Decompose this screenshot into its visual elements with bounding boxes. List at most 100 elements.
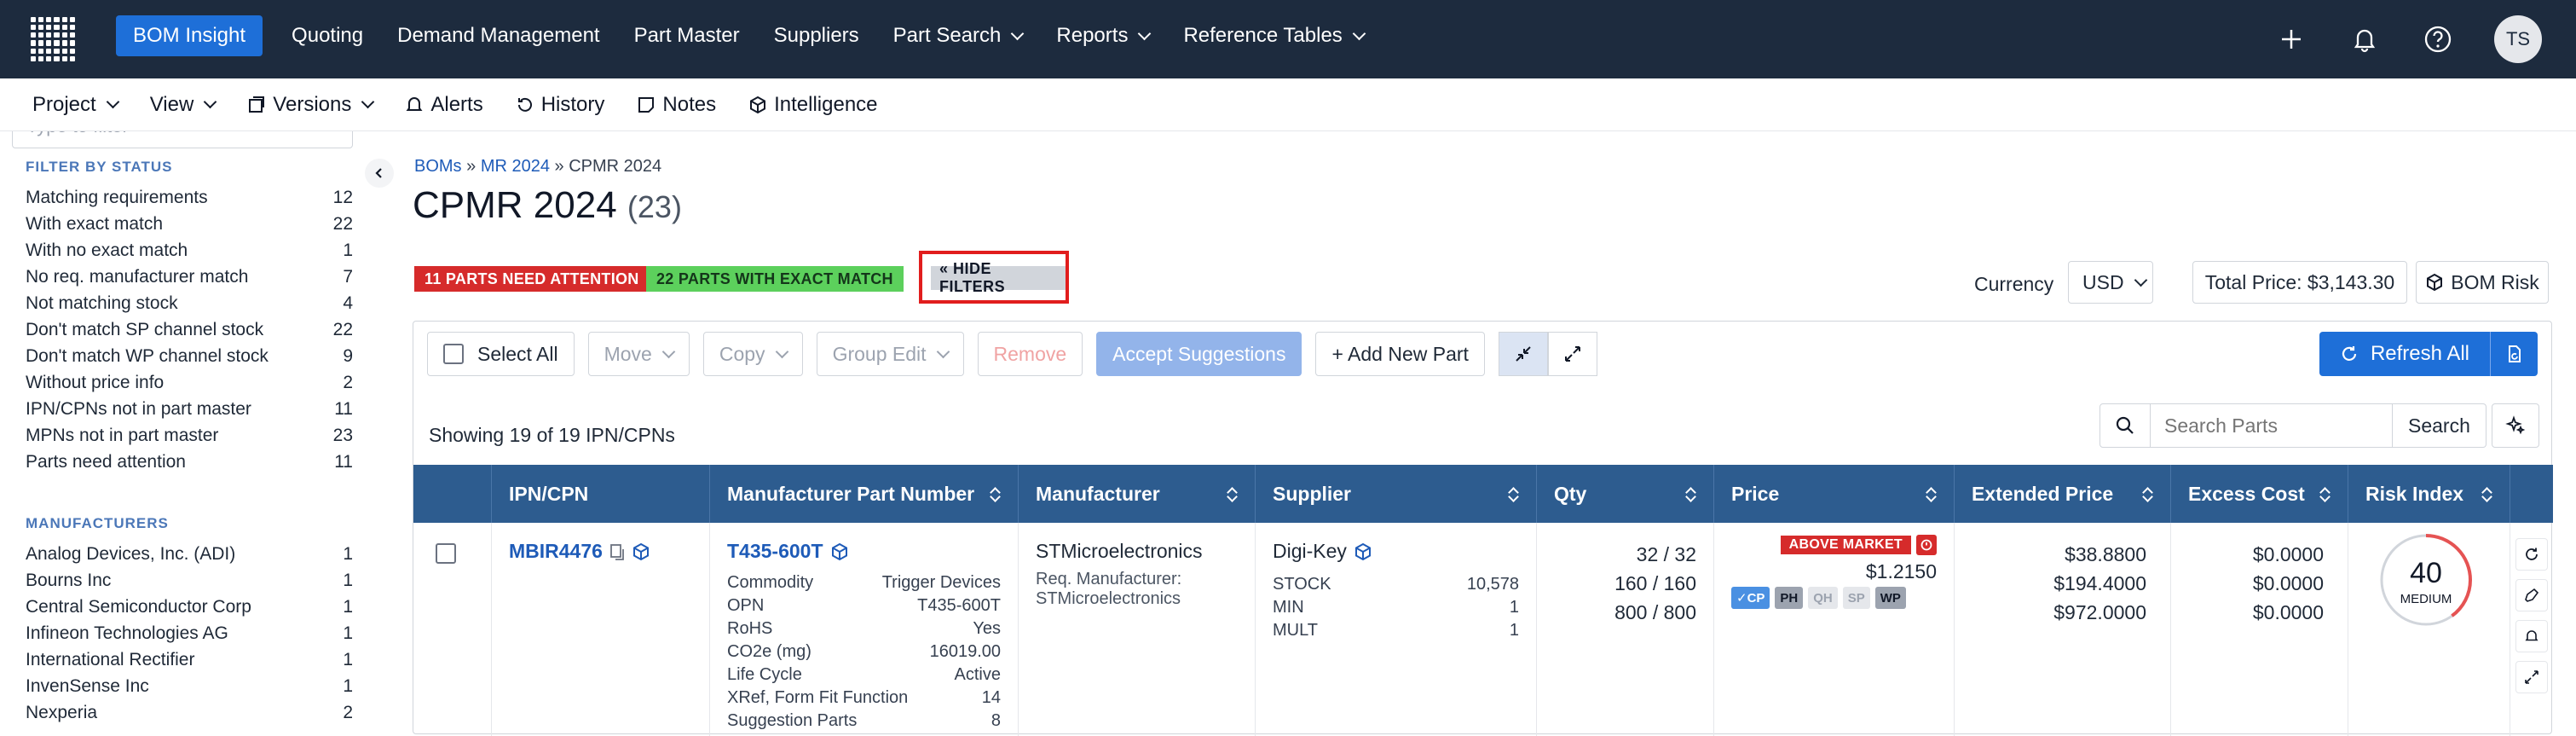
ai-sparkle-button[interactable] [2492,403,2539,448]
nav-part-master[interactable]: Part Master [617,15,757,56]
header-manufacturer[interactable]: Manufacturer [1019,465,1256,523]
collapse-sidebar-button[interactable] [365,159,394,188]
currency-select[interactable]: USD [2068,261,2153,304]
manufacturer-filter-item[interactable]: International Rectifier 1 [26,646,353,673]
remove-button[interactable]: Remove [977,332,1083,376]
intelligence-link[interactable]: Intelligence [748,93,878,117]
bell-icon[interactable] [2515,620,2548,652]
header-excess-cost[interactable]: Excess Cost [2171,465,2348,523]
ipn-link[interactable]: MBIR4476 [509,540,692,563]
project-menu[interactable]: Project [32,93,119,117]
history-link[interactable]: History [516,93,604,117]
search-icon[interactable] [2099,403,2151,448]
manufacturer-filter-item[interactable]: Analog Devices, Inc. (ADI) 1 [26,541,353,567]
expand-rows-button[interactable] [1547,332,1597,376]
accept-suggestions-button[interactable]: Accept Suggestions [1096,332,1302,376]
price-source-pill[interactable]: PH [1775,587,1804,609]
price-source-pill[interactable]: QH [1808,587,1838,609]
sort-icon[interactable] [1509,486,1519,501]
refresh-all-button[interactable]: Refresh All [2319,332,2490,376]
status-filter-item[interactable]: No req. manufacturer match 7 [26,264,353,290]
notes-link[interactable]: Notes [637,93,716,117]
note-icon[interactable] [2515,579,2548,611]
bell-icon[interactable] [2348,22,2382,56]
sort-icon[interactable] [2143,486,2153,501]
search-button[interactable]: Search [2393,403,2486,448]
cube-icon[interactable] [632,542,650,561]
sort-icon[interactable] [991,486,1001,501]
manufacturer-filter-item[interactable]: Infineon Technologies AG 1 [26,620,353,646]
alert-icon[interactable] [1916,535,1937,555]
status-filter-item[interactable]: Not matching stock 4 [26,290,353,316]
header-risk-index[interactable]: Risk Index [2348,465,2510,523]
header-mpn[interactable]: Manufacturer Part Number [710,465,1019,523]
status-filter-item[interactable]: Don't match WP channel stock 9 [26,343,353,369]
add-new-part-button[interactable]: + Add New Part [1315,332,1485,376]
hide-filters-button[interactable]: « HIDE FILTERS [931,260,1066,295]
copy-button[interactable]: Copy [702,332,803,376]
collapse-rows-button[interactable] [1498,332,1548,376]
group-edit-button[interactable]: Group Edit [816,332,964,376]
alerts-link[interactable]: Alerts [405,93,483,117]
select-all-button[interactable]: Select All [427,332,575,376]
help-icon[interactable] [2421,22,2455,56]
exact-match-badge[interactable]: 22 PARTS WITH EXACT MATCH [646,266,904,292]
status-filter-item[interactable]: MPNs not in part master 23 [26,422,353,449]
user-avatar[interactable]: TS [2494,15,2542,63]
bom-risk-button[interactable]: BOM Risk [2416,261,2549,304]
row-checkbox[interactable] [436,543,456,564]
breadcrumb-mr[interactable]: MR 2024 [481,157,550,176]
plus-icon[interactable] [2274,22,2308,56]
sort-icon[interactable] [1227,486,1238,501]
nav-reports[interactable]: Reports [1039,15,1166,56]
nav-suppliers[interactable]: Suppliers [757,15,876,56]
refresh-row-icon[interactable] [2515,538,2548,571]
expand-row-icon[interactable] [2515,661,2548,693]
cube-icon[interactable] [830,542,849,561]
price-source-pill[interactable]: WP [1874,587,1906,609]
header-extended-price[interactable]: Extended Price [1955,465,2171,523]
logo-cell [46,25,52,31]
nav-bom-insight[interactable]: BOM Insight [116,15,263,56]
copy-doc-icon[interactable] [608,542,627,561]
nav-demand-management[interactable]: Demand Management [380,15,616,56]
sort-icon[interactable] [1686,486,1696,501]
nav-reference-tables[interactable]: Reference Tables [1166,15,1380,56]
refresh-options-button[interactable] [2490,332,2538,376]
move-button[interactable]: Move [587,332,690,376]
supplier-link[interactable]: Digi-Key [1273,540,1519,563]
header-ipn[interactable]: IPN/CPN [492,465,710,523]
risk-gauge[interactable]: 40 MEDIUM [2377,531,2475,629]
sort-icon[interactable] [2482,486,2492,501]
manufacturer-filter-item[interactable]: Nexperia 2 [26,699,353,726]
price-source-pill[interactable]: SP [1842,587,1870,609]
attention-badge[interactable]: 11 PARTS NEED ATTENTION [414,266,650,292]
manufacturer-filter-item[interactable]: InvenSense Inc 1 [26,673,353,699]
manufacturer-filter-item[interactable]: Central Semiconductor Corp 1 [26,594,353,620]
header-qty[interactable]: Qty [1537,465,1714,523]
breadcrumb-boms[interactable]: BOMs [414,157,462,176]
cube-icon[interactable] [1354,542,1372,561]
sidebar-filter-input[interactable]: Type to filter [12,131,353,148]
header-supplier[interactable]: Supplier [1256,465,1537,523]
status-filter-item[interactable]: Without price info 2 [26,369,353,396]
status-filter-item[interactable]: Matching requirements 12 [26,184,353,211]
view-menu[interactable]: View [150,93,217,117]
nav-part-search[interactable]: Part Search [876,15,1040,56]
sort-icon[interactable] [1926,486,1937,501]
app-logo-icon[interactable] [31,17,75,61]
status-filter-item[interactable]: With no exact match 1 [26,237,353,264]
nav-quoting[interactable]: Quoting [274,15,380,56]
price-source-pill[interactable]: ✓CP [1731,587,1770,609]
mpn-link[interactable]: T435-600T [727,540,1001,563]
header-price[interactable]: Price [1714,465,1955,523]
select-all-checkbox[interactable] [443,344,464,364]
versions-menu[interactable]: Versions [247,93,375,117]
manufacturer-filter-item[interactable]: Bourns Inc 1 [26,567,353,594]
sort-icon[interactable] [2320,486,2331,501]
status-filter-item[interactable]: Parts need attention 11 [26,449,353,475]
status-filter-item[interactable]: IPN/CPNs not in part master 11 [26,396,353,422]
search-parts-input[interactable] [2151,403,2393,448]
status-filter-item[interactable]: With exact match 22 [26,211,353,237]
status-filter-item[interactable]: Don't match SP channel stock 22 [26,316,353,343]
